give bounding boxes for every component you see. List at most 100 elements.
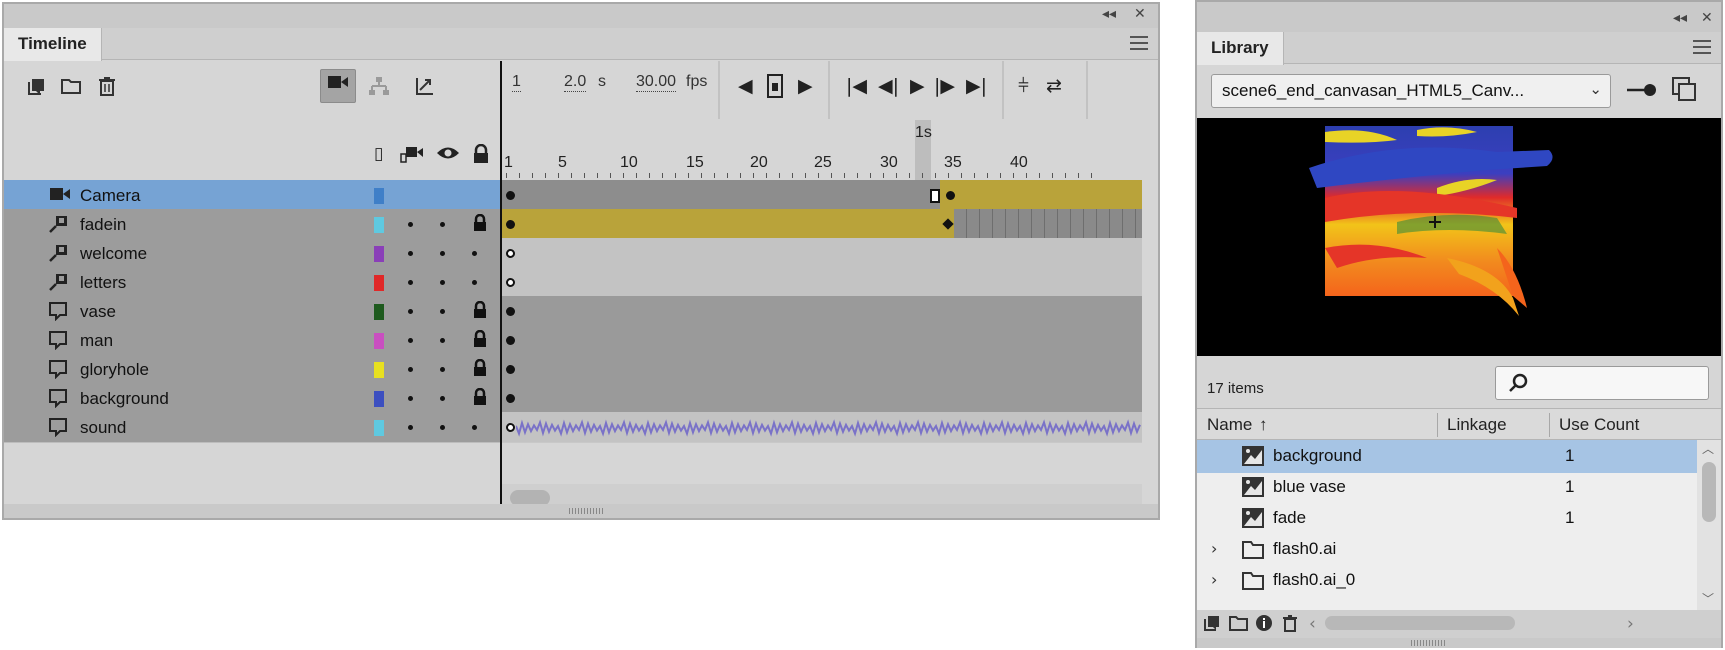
step-back-icon[interactable]: ◀ [738, 75, 753, 97]
time-field[interactable]: 2.0 [564, 73, 587, 92]
library-search-input[interactable] [1495, 366, 1709, 400]
pin-library-icon[interactable] [1625, 80, 1659, 105]
close-panel-button[interactable]: ✕ [1134, 6, 1146, 22]
layer-color-swatch[interactable] [374, 217, 384, 233]
layer-header[interactable]: letters [4, 267, 500, 298]
camera-attach-toggle[interactable] [408, 338, 413, 343]
layer-header[interactable]: background [4, 383, 500, 414]
scroll-down-icon[interactable]: ﹀ [1702, 590, 1714, 607]
keyframe[interactable] [506, 220, 515, 229]
layer-name[interactable]: background [80, 389, 169, 409]
new-folder-icon[interactable] [1229, 614, 1249, 637]
layer-row-vase[interactable]: vase [4, 296, 1144, 328]
resize-grip[interactable] [1411, 640, 1445, 646]
horizontal-scrollbar-thumb[interactable] [1325, 616, 1515, 630]
layer-name[interactable]: man [80, 331, 113, 351]
layer-color-swatch[interactable] [374, 420, 384, 436]
layer-row-gloryhole[interactable]: gloryhole [4, 354, 1144, 386]
scrollbar-thumb[interactable] [1702, 462, 1716, 522]
end-frame-marker[interactable] [930, 189, 940, 203]
library-resize-bar[interactable] [1197, 638, 1721, 648]
frame-span[interactable] [502, 238, 1142, 269]
attach-camera-header-icon[interactable] [400, 144, 424, 169]
tab-library[interactable]: Library [1197, 32, 1284, 65]
column-header-name[interactable]: Name [1207, 415, 1252, 435]
sort-arrow-icon[interactable]: ↑ [1259, 415, 1268, 435]
step-forward-icon[interactable]: ▶ [798, 75, 813, 97]
document-select[interactable]: scene6_end_canvasan_HTML5_Canv... ⌄ [1211, 74, 1611, 108]
play-icon[interactable]: ▶ [910, 75, 925, 97]
tween-end-keyframe[interactable] [942, 218, 954, 230]
layer-name[interactable]: gloryhole [80, 360, 149, 380]
library-item[interactable]: background 1 [1197, 440, 1697, 473]
visibility-toggle[interactable] [440, 425, 445, 430]
camera-attach-toggle[interactable] [408, 396, 413, 401]
lock-toggle[interactable] [472, 280, 477, 285]
camera-tool-icon[interactable] [320, 69, 356, 103]
go-to-first-frame-icon[interactable]: |◀ [846, 75, 867, 97]
keyframe[interactable] [506, 307, 515, 316]
column-header-use-count[interactable]: Use Count [1559, 415, 1639, 435]
lock-icon[interactable] [472, 213, 488, 236]
layer-name[interactable]: sound [80, 418, 126, 438]
lock-icon[interactable] [472, 300, 488, 323]
layer-color-swatch[interactable] [374, 275, 384, 291]
panel-menu-icon[interactable] [1693, 40, 1711, 54]
center-frame-icon[interactable] [766, 73, 784, 104]
camera-attach-toggle[interactable] [408, 309, 413, 314]
layer-name[interactable]: vase [80, 302, 116, 322]
layer-header[interactable]: welcome [4, 238, 500, 269]
column-separator[interactable] [1437, 413, 1438, 437]
lock-toggle[interactable] [472, 251, 477, 256]
step-back-one-frame-icon[interactable]: ◀| [878, 75, 899, 97]
frame-span[interactable] [502, 296, 1142, 327]
library-item[interactable]: › flash0.ai_0 [1197, 564, 1697, 597]
collapse-panel-button[interactable]: ◂◂ [1102, 6, 1116, 22]
scroll-right-icon[interactable]: › [1627, 614, 1634, 634]
layer-row-fadein[interactable]: fadein [4, 209, 1144, 241]
keyframe[interactable] [506, 365, 515, 374]
current-frame-field[interactable]: 1 [512, 73, 521, 92]
keyframe[interactable] [506, 394, 515, 403]
layer-name[interactable]: letters [80, 273, 126, 293]
loop-icon[interactable]: ⇄ [1046, 75, 1062, 97]
camera-attach-toggle[interactable] [408, 222, 413, 227]
visibility-toggle[interactable] [440, 396, 445, 401]
scroll-up-icon[interactable]: ︿ [1702, 440, 1714, 457]
resize-grip[interactable] [569, 508, 603, 514]
layer-color-swatch[interactable] [374, 333, 384, 349]
library-item[interactable]: › flash0.ai [1197, 533, 1697, 566]
layer-color-swatch[interactable] [374, 362, 384, 378]
frame-span[interactable] [502, 267, 1142, 298]
layer-color-swatch[interactable] [374, 246, 384, 262]
frame-span[interactable] [502, 354, 1142, 385]
layer-header[interactable]: gloryhole [4, 354, 500, 385]
layer-header[interactable]: sound [4, 412, 500, 443]
layer-header[interactable]: fadein [4, 209, 500, 240]
go-to-last-frame-icon[interactable]: ▶| [966, 75, 987, 97]
layer-name[interactable]: Camera [80, 186, 140, 206]
frame-span[interactable] [502, 180, 1142, 211]
step-forward-one-frame-icon[interactable]: |▶ [934, 75, 955, 97]
camera-attach-toggle[interactable] [408, 367, 413, 372]
lock-icon[interactable] [472, 387, 488, 410]
layer-row-background[interactable]: background [4, 383, 1144, 415]
camera-tween-span[interactable] [940, 180, 1142, 211]
camera-attach-toggle[interactable] [408, 280, 413, 285]
keyframe[interactable] [946, 191, 955, 200]
layer-row-sound[interactable]: sound [4, 412, 1144, 444]
visibility-toggle[interactable] [440, 251, 445, 256]
visibility-toggle[interactable] [440, 280, 445, 285]
lock-toggle[interactable] [472, 425, 477, 430]
visibility-toggle[interactable] [440, 367, 445, 372]
column-header-linkage[interactable]: Linkage [1447, 415, 1507, 435]
camera-attach-toggle[interactable] [408, 251, 413, 256]
frame-span[interactable] [502, 412, 1142, 443]
layer-row-welcome[interactable]: welcome [4, 238, 1144, 270]
layer-name[interactable]: fadein [80, 215, 126, 235]
layer-row-man[interactable]: man [4, 325, 1144, 357]
layer-row-camera[interactable]: Camera [4, 180, 1144, 212]
layer-header[interactable]: man [4, 325, 500, 356]
properties-icon[interactable] [1255, 614, 1273, 637]
fps-field[interactable]: 30.00 [636, 73, 677, 92]
